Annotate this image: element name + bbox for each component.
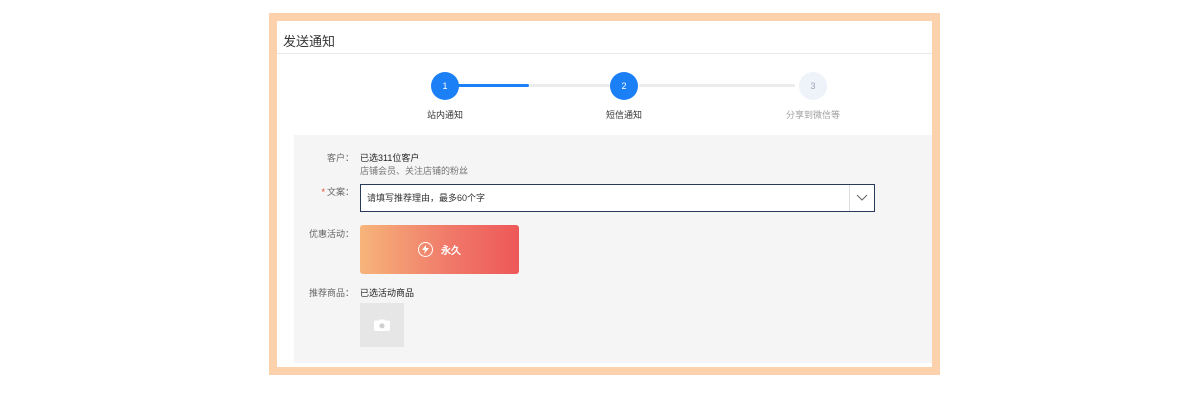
step-2-circle[interactable]: 2	[610, 72, 638, 100]
title-divider	[277, 53, 932, 54]
copy-input[interactable]	[361, 185, 849, 211]
step-progress: 1 2 3 站内通知 短信通知 分享到微信等	[277, 67, 932, 127]
step-1-label: 站内通知	[426, 110, 464, 120]
step-1-circle[interactable]: 1	[431, 72, 459, 100]
copy-label-text: 文案：	[326, 187, 354, 197]
promotion-label: 优惠活动：	[308, 229, 354, 239]
copy-dropdown-button[interactable]	[849, 185, 874, 211]
step-3-label: 分享到微信等	[785, 110, 841, 120]
chevron-down-icon	[856, 194, 868, 201]
copy-input-field[interactable]	[360, 184, 875, 212]
customer-label: 客户：	[326, 153, 354, 163]
products-label: 推荐商品：	[308, 288, 354, 298]
send-notification-panel: 发送通知 1 2 3 站内通知 短信通知 分享到微信等 客户： 已选311位客户…	[269, 13, 940, 375]
customer-value: 已选311位客户	[360, 153, 420, 163]
customer-detail: 店铺会员、关注店铺的粉丝	[360, 166, 469, 176]
copy-label: * 文案：	[294, 185, 354, 198]
products-value: 已选活动商品	[360, 288, 415, 298]
promotion-card-text: 永久	[441, 246, 461, 257]
step-connector-2	[639, 84, 795, 87]
required-mark: *	[321, 187, 325, 197]
step-connector-1-rest	[529, 84, 611, 87]
lightning-icon	[418, 242, 433, 257]
camera-icon	[374, 319, 390, 331]
notification-form: 客户： 已选311位客户 店铺会员、关注店铺的粉丝 *文案： 优惠活动： 永久 …	[294, 135, 932, 363]
page-title: 发送通知	[283, 34, 336, 49]
step-2-label: 短信通知	[605, 110, 643, 120]
product-thumbnail[interactable]	[360, 303, 404, 347]
step-3-circle[interactable]: 3	[799, 72, 827, 100]
promotion-card[interactable]: 永久	[360, 225, 519, 274]
